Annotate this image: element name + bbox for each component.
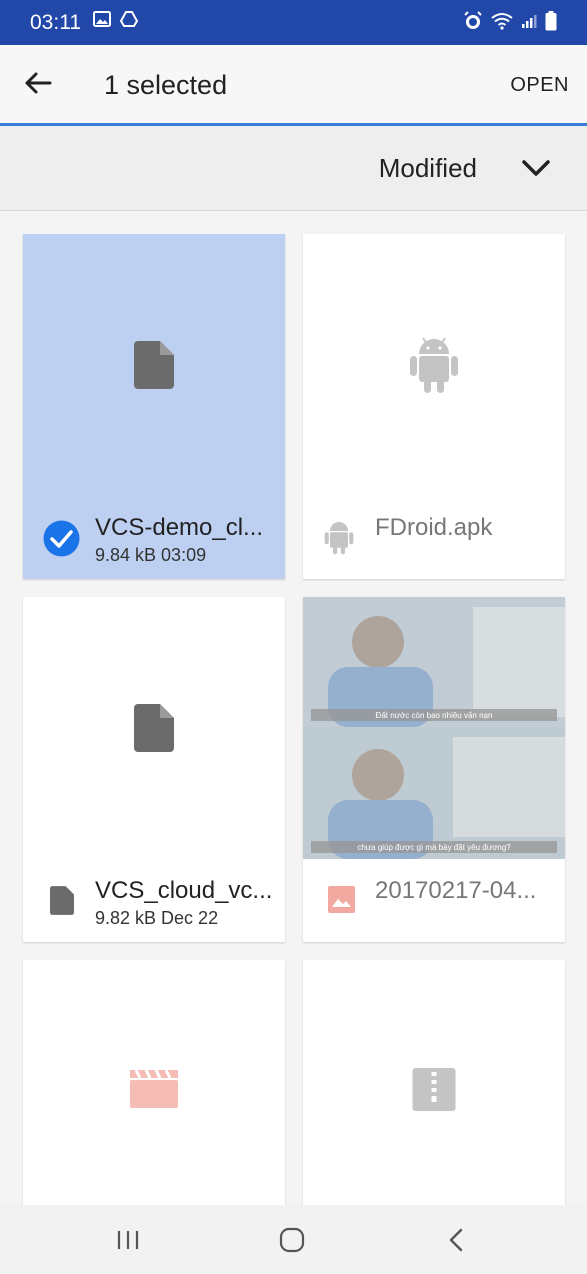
- app-bar: 1 selected OPEN: [0, 45, 587, 126]
- sort-bar[interactable]: Modified: [0, 126, 587, 211]
- wifi-icon: [491, 13, 513, 30]
- battery-icon: [545, 11, 557, 31]
- file-name: VCS_cloud_vc...: [95, 877, 273, 904]
- drive-icon: [120, 11, 138, 27]
- back-nav-icon[interactable]: [441, 1225, 471, 1255]
- document-icon: [134, 341, 174, 389]
- home-icon[interactable]: [277, 1225, 307, 1255]
- status-bar: 03:11: [0, 0, 587, 45]
- chevron-down-icon[interactable]: [521, 156, 551, 180]
- video-icon: [130, 1070, 178, 1108]
- back-arrow-icon[interactable]: [20, 65, 56, 101]
- file-meta: 9.84 kB 03:09: [95, 545, 207, 565]
- android-icon: [410, 337, 458, 393]
- file-card[interactable]: VCS-demo_cl... 9.84 kB 03:09: [23, 234, 285, 579]
- status-time: 03:11: [30, 11, 81, 34]
- file-name: 20170217-04...: [375, 877, 537, 904]
- file-card[interactable]: VCS_cloud_vc... 9.82 kB Dec 22: [23, 597, 285, 942]
- file-card[interactable]: Đất nước còn bao nhiêu vấn nạn chưa giúp…: [303, 597, 565, 942]
- sort-label[interactable]: Modified: [379, 153, 477, 184]
- file-name: VCS-demo_cl...: [95, 514, 264, 541]
- android-small-icon: [324, 522, 354, 555]
- image-small-icon: [328, 886, 355, 913]
- navigation-bar: [0, 1205, 587, 1274]
- recent-apps-icon[interactable]: [113, 1225, 143, 1255]
- document-small-icon: [50, 886, 74, 915]
- check-circle-icon[interactable]: [43, 520, 80, 557]
- document-icon: [134, 704, 174, 752]
- image-icon: [93, 11, 111, 27]
- file-meta: 9.82 kB Dec 22: [95, 908, 219, 928]
- signal-icon: [522, 15, 537, 28]
- open-button[interactable]: OPEN: [510, 74, 569, 97]
- selection-title: 1 selected: [104, 70, 228, 100]
- alarm-icon: [464, 11, 482, 29]
- archive-icon: [412, 1068, 456, 1111]
- file-card[interactable]: FDroid.apk: [303, 234, 565, 579]
- file-name: FDroid.apk: [375, 514, 493, 541]
- thumbnail-dim-overlay: [303, 597, 565, 859]
